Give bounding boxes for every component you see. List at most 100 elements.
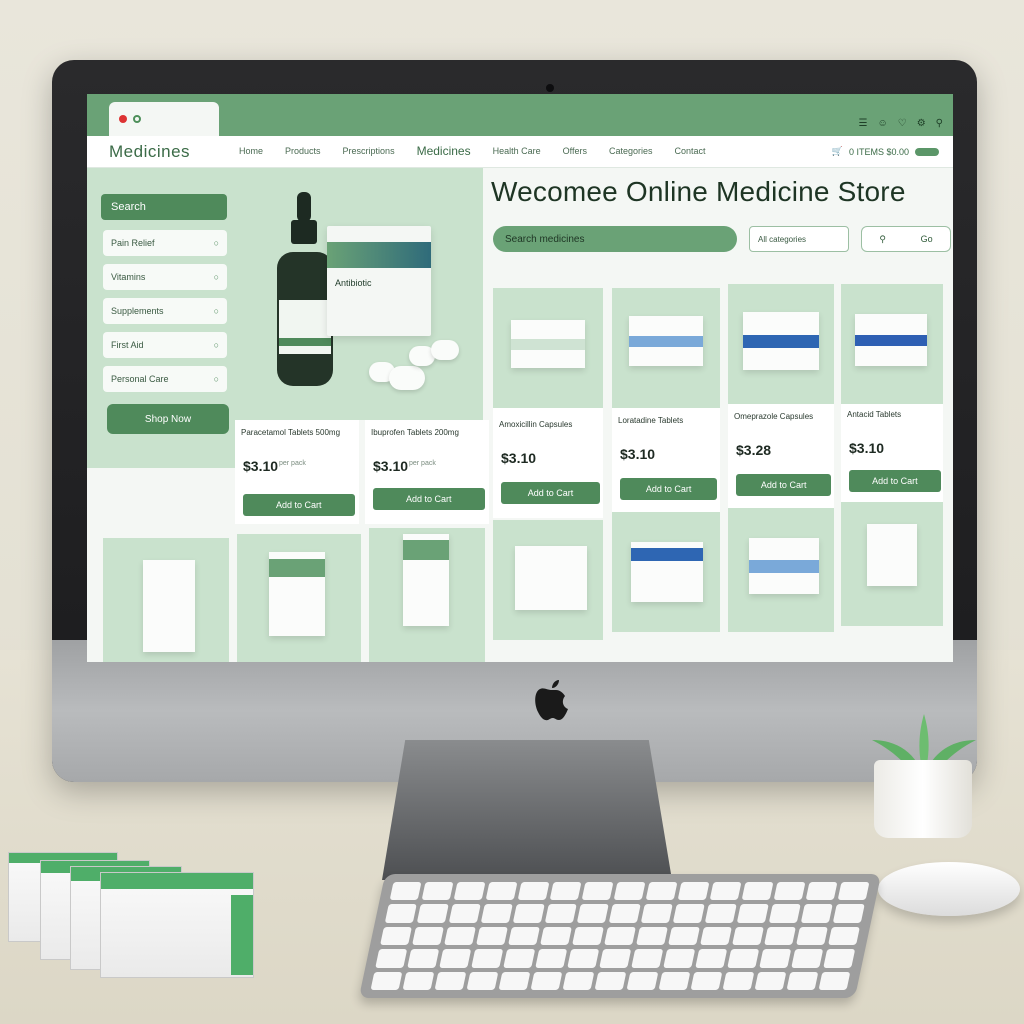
product-box-image — [143, 560, 195, 652]
chevron-right-icon: ○ — [213, 306, 219, 316]
product-box-band — [631, 548, 703, 562]
sidebar-item-pain-relief[interactable]: Pain Relief ○ — [103, 230, 227, 256]
box-label: Antibiotic — [335, 278, 372, 288]
product-info[interactable]: Loratadine Tablets $3.10 Add to Cart — [612, 410, 720, 510]
product-box-band — [629, 336, 703, 347]
search-placeholder: Search medicines — [505, 233, 585, 245]
category-filter-input[interactable]: All categories — [749, 226, 849, 252]
close-icon[interactable] — [119, 115, 127, 123]
product-box-band — [269, 558, 325, 578]
nav-link-categories[interactable]: Categories — [609, 146, 653, 158]
sidebar-item-supplements[interactable]: Supplements ○ — [103, 298, 227, 324]
main-nav: Home Products Prescriptions Medicines He… — [239, 144, 706, 158]
cart-summary[interactable]: 🛒 0 ITEMS $0.00 — [832, 146, 939, 157]
product-info[interactable]: Antacid Tablets $3.10 Add to Cart — [841, 404, 943, 504]
monitor-stand — [382, 740, 672, 880]
sidebar-item-label: First Aid — [111, 340, 144, 350]
product-price: $3.28 — [736, 442, 772, 458]
cart-icon[interactable]: 🛒 — [832, 146, 843, 157]
product-info[interactable]: Paracetamol Tablets 500mg $3.10 per pack… — [235, 420, 359, 524]
add-to-cart-button[interactable]: Add to Cart — [736, 474, 832, 496]
product-info[interactable]: Omeprazole Capsules $3.28 Add to Cart — [728, 406, 834, 506]
product-box-image — [269, 552, 325, 636]
product-box-image — [511, 320, 585, 368]
product-box-band — [403, 539, 449, 560]
chevron-right-icon: ○ — [213, 340, 219, 350]
product-box-band — [511, 339, 585, 350]
product-box-image — [743, 312, 819, 370]
sidebar-item-vitamins[interactable]: Vitamins ○ — [103, 264, 227, 290]
search-input[interactable]: Search medicines — [493, 226, 737, 252]
chevron-right-icon: ○ — [213, 272, 219, 282]
add-to-cart-button[interactable]: Add to Cart — [501, 482, 600, 504]
product-name: Amoxicillin Capsules — [499, 420, 573, 429]
nav-link-prescriptions[interactable]: Prescriptions — [343, 146, 395, 158]
product-unit: per pack — [279, 460, 306, 467]
product-price: $3.10 — [620, 446, 656, 462]
sidebar-search-button[interactable]: Search — [101, 194, 227, 220]
box-side-band — [231, 895, 253, 975]
heart-icon[interactable]: ♡ — [898, 118, 907, 129]
settings-icon[interactable]: ⚙ — [917, 118, 926, 129]
product-box-image — [867, 524, 917, 586]
nav-link-offers[interactable]: Offers — [563, 146, 587, 158]
product-price: $3.10 — [243, 458, 279, 474]
tab-favicon-icon — [133, 115, 141, 123]
product-box-image — [855, 314, 927, 366]
sidebar-item-label: Vitamins — [111, 272, 146, 282]
nav-link-medicines[interactable]: Medicines — [417, 144, 471, 158]
search-icon: ⚲ — [879, 233, 886, 244]
product-info[interactable]: Amoxicillin Capsules $3.10 Add to Cart — [493, 414, 603, 514]
add-to-cart-button[interactable]: Add to Cart — [849, 470, 941, 492]
menu-icon[interactable]: ☰ — [859, 118, 868, 129]
box-stripe — [101, 873, 253, 889]
product-unit: per pack — [409, 460, 436, 467]
shop-now-button[interactable]: Shop Now — [107, 404, 229, 434]
product-box-image — [515, 546, 587, 610]
site-logo[interactable]: Medicines — [109, 142, 190, 162]
browser-toolbar: ☰ ☺ ♡ ⚙ ⚲ — [87, 94, 953, 136]
medicine-box-image: Antibiotic — [327, 226, 431, 336]
product-box-band — [749, 560, 819, 573]
nav-link-contact[interactable]: Contact — [675, 146, 706, 158]
nav-link-health-care[interactable]: Health Care — [493, 146, 541, 158]
product-info[interactable]: Ibuprofen Tablets 200mg $3.10 per pack A… — [365, 420, 489, 524]
product-name: Loratadine Tablets — [618, 416, 684, 425]
sidebar-item-personal-care[interactable]: Personal Care ○ — [103, 366, 227, 392]
user-icon[interactable]: ☺ — [878, 118, 888, 129]
webcam — [546, 84, 554, 92]
product-price: $3.10 — [501, 450, 537, 466]
apple-logo-icon — [535, 680, 568, 721]
add-to-cart-button[interactable]: Add to Cart — [620, 478, 718, 500]
nav-link-home[interactable]: Home — [239, 146, 263, 158]
add-to-cart-button[interactable]: Add to Cart — [243, 494, 355, 516]
add-to-cart-button[interactable]: Add to Cart — [373, 488, 485, 510]
mouse — [878, 862, 1020, 916]
product-box-image — [629, 316, 703, 366]
product-name: Omeprazole Capsules — [734, 412, 814, 421]
search-button-label: Go — [920, 234, 933, 244]
product-box-band — [743, 335, 819, 348]
product-name: Paracetamol Tablets 500mg — [241, 428, 341, 437]
chevron-right-icon: ○ — [213, 374, 219, 384]
keyboard — [358, 874, 882, 998]
sidebar-item-label: Personal Care — [111, 374, 169, 384]
product-box-band — [855, 334, 927, 347]
screen: ☰ ☺ ♡ ⚙ ⚲ Medicines Home Products Prescr… — [87, 94, 953, 662]
product-box-image — [403, 534, 449, 626]
product-price: $3.10 — [373, 458, 409, 474]
search-button[interactable]: ⚲ Go — [861, 226, 951, 252]
medicine-box-image — [100, 872, 254, 978]
browser-tab[interactable] — [109, 102, 219, 136]
page-title: Wecomee Online Medicine Store — [491, 176, 906, 207]
nav-link-products[interactable]: Products — [285, 146, 321, 158]
product-box-image — [749, 538, 819, 594]
product-box-image — [631, 542, 703, 602]
product-name: Antacid Tablets — [847, 410, 902, 419]
sidebar-item-first-aid[interactable]: First Aid ○ — [103, 332, 227, 358]
pill-image — [431, 340, 459, 360]
pill-image — [389, 366, 425, 390]
cart-badge — [915, 147, 939, 156]
search-icon[interactable]: ⚲ — [936, 118, 943, 129]
box-stripe — [327, 242, 431, 268]
